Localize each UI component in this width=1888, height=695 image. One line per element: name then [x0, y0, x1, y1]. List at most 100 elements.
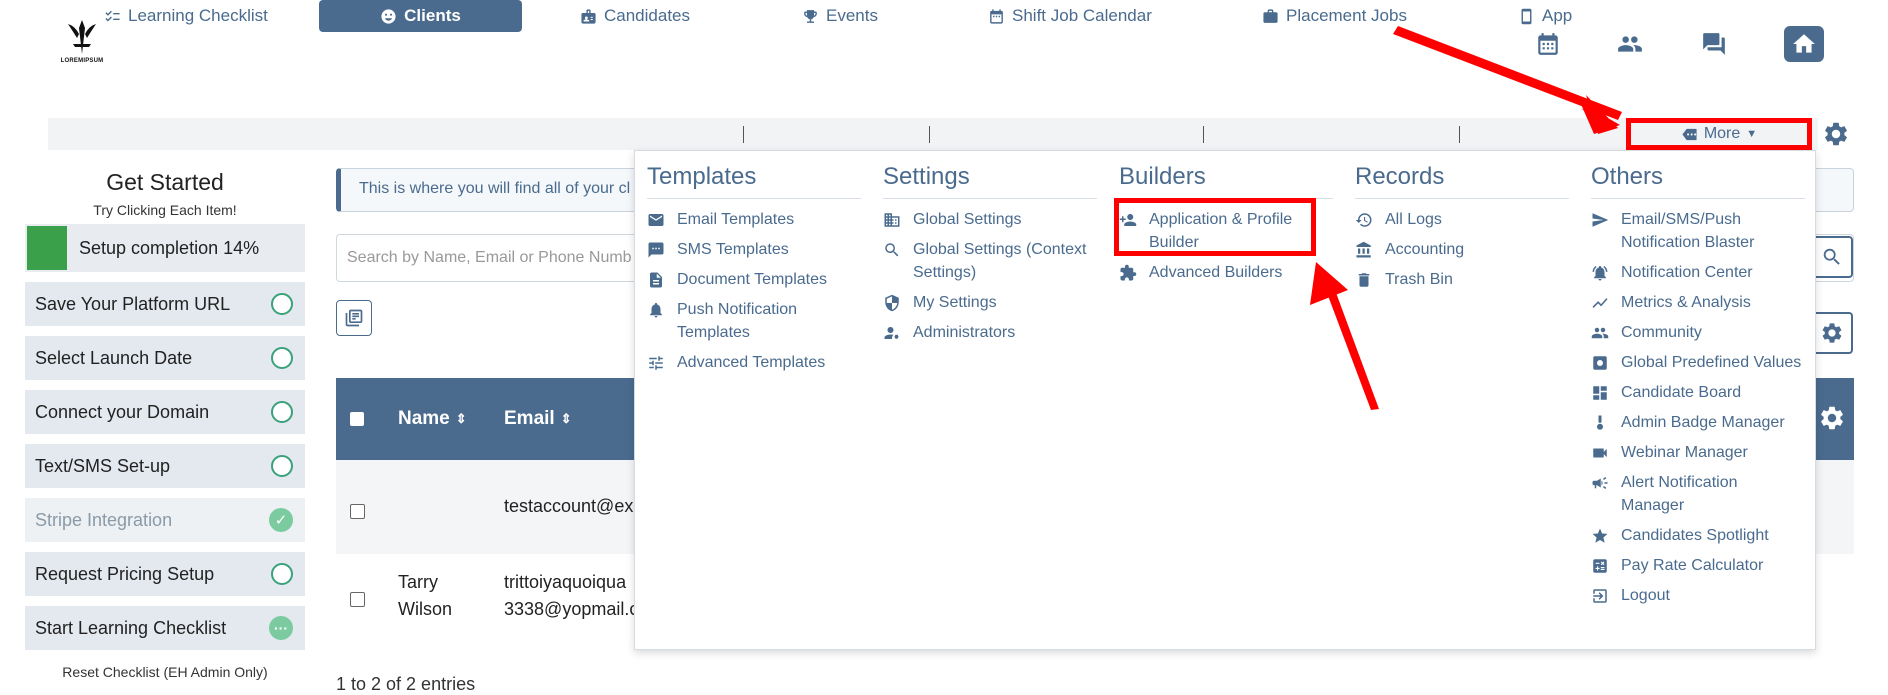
menu-item-all-logs[interactable]: All Logs [1355, 208, 1569, 231]
smile-icon [381, 8, 396, 24]
menu-item-candidate-board[interactable]: Candidate Board [1591, 381, 1805, 404]
progress-label: Setup completion 14% [79, 237, 260, 258]
logout-icon [1593, 589, 1607, 603]
sort-icon: ⇕ [560, 411, 572, 426]
setup-progress: Setup completion 14% [25, 224, 305, 272]
tab-placement-jobs[interactable]: Placement Jobs [1262, 0, 1407, 32]
gear-icon[interactable] [1818, 404, 1846, 438]
send-icon [1592, 213, 1609, 227]
row-email: testaccount@ex [504, 496, 634, 516]
logo[interactable]: LOREMIPSUM [60, 18, 104, 68]
menu-item-trash-bin[interactable]: Trash Bin [1355, 268, 1569, 291]
sort-icon: ⇕ [455, 411, 467, 426]
checklist-item[interactable]: Save Your Platform URL [25, 282, 305, 326]
menu-item-admin-badge-manager[interactable]: Admin Badge Manager [1591, 411, 1805, 434]
menu-item-advanced-templates[interactable]: Advanced Templates [647, 351, 861, 374]
video-icon [1593, 448, 1607, 458]
menu-item-email-templates[interactable]: Email Templates [647, 208, 861, 231]
menu-item-global-settings-context[interactable]: Global Settings (Context Settings) [883, 238, 1097, 284]
checklist-item-label: Start Learning Checklist [35, 617, 227, 638]
records-section: Records All Logs Accounting Trash Bin [1355, 163, 1569, 298]
menu-item-global-predefined-values[interactable]: Global Predefined Values [1591, 351, 1805, 374]
tab-label: Candidates [604, 6, 691, 25]
checklist-item[interactable]: Request Pricing Setup [25, 552, 305, 596]
select-all-checkbox[interactable] [350, 412, 364, 426]
row-name-last: Wilson [398, 599, 453, 619]
circle-icon [271, 347, 293, 369]
chat-icon[interactable] [1696, 26, 1732, 62]
menu-item-candidates-spotlight[interactable]: Candidates Spotlight [1591, 524, 1805, 547]
menu-item-administrators[interactable]: Administrators [883, 321, 1097, 344]
menu-item-label: Admin Badge Manager [1621, 414, 1785, 431]
tab-clients[interactable]: Clients [319, 0, 522, 32]
menu-item-label: Accounting [1385, 241, 1465, 258]
menu-item-webinar-manager[interactable]: Webinar Manager [1591, 441, 1805, 464]
others-section: Others Email/SMS/Push Notification Blast… [1591, 163, 1805, 614]
checklist-item-label: Text/SMS Set-up [35, 455, 171, 476]
menu-item-advanced-builders[interactable]: Advanced Builders [1119, 261, 1333, 284]
getting-started-checklist: Get Started Try Clicking Each Item! Setu… [25, 166, 305, 680]
home-icon[interactable] [1784, 26, 1824, 62]
tab-learning-checklist[interactable]: Learning Checklist [104, 0, 268, 32]
tab-shift-job-calendar[interactable]: Shift Job Calendar [988, 0, 1152, 32]
checklist-item[interactable]: Text/SMS Set-up [25, 444, 305, 488]
section-heading: Others [1591, 163, 1805, 199]
menu-item-notification-center[interactable]: Notification Center [1591, 261, 1805, 284]
checklist-item[interactable]: Start Learning Checklist ··· [25, 606, 305, 650]
search-placeholder: Search by Name, Email or Phone Numb [347, 249, 632, 266]
menu-item-logout[interactable]: Logout [1591, 584, 1805, 607]
menu-item-pay-rate-calculator[interactable]: Pay Rate Calculator [1591, 554, 1805, 577]
menu-item-community[interactable]: Community [1591, 321, 1805, 344]
user-cog-icon [884, 327, 899, 339]
circle-icon [271, 293, 293, 315]
briefcase-icon [1263, 8, 1278, 23]
building-icon [884, 213, 900, 227]
menu-item-push-notification-templates[interactable]: Push Notification Templates [647, 298, 861, 344]
table-settings-button[interactable] [1811, 312, 1853, 354]
checklist-item[interactable]: Stripe Integration ✓ [25, 498, 305, 542]
envelope-icon [648, 214, 664, 226]
menu-item-label: Logout [1621, 587, 1670, 604]
menu-item-notification-blaster[interactable]: Email/SMS/Push Notification Blaster [1591, 208, 1805, 254]
tab-candidates[interactable]: Candidates [580, 0, 690, 32]
menu-item-label: Webinar Manager [1621, 444, 1748, 461]
menu-item-label: Community [1621, 324, 1702, 341]
nav-divider [743, 126, 744, 143]
menu-item-alert-notification-manager[interactable]: Alert Notification Manager [1591, 471, 1805, 517]
menu-item-metrics-analysis[interactable]: Metrics & Analysis [1591, 291, 1805, 314]
caret-down-icon: ▼ [1746, 128, 1758, 140]
nav-divider [929, 126, 930, 143]
row-checkbox[interactable] [350, 592, 365, 607]
badge-icon [1597, 415, 1603, 430]
menu-item-label: Global Settings [913, 211, 1022, 228]
gear-icon [1822, 323, 1842, 343]
menu-item-accounting[interactable]: Accounting [1355, 238, 1569, 261]
checklist-item-label: Connect your Domain [35, 401, 210, 422]
row-email-line1: trittoiyaquoiqua [504, 572, 627, 592]
more-menu-button[interactable]: More ▼ [1626, 118, 1812, 150]
checklist-item[interactable]: Select Launch Date [25, 336, 305, 380]
menu-item-global-settings[interactable]: Global Settings [883, 208, 1097, 231]
menu-item-label: My Settings [913, 294, 997, 311]
search-icon [1823, 248, 1840, 265]
tab-events[interactable]: Events [802, 0, 878, 32]
chart-line-icon [1592, 298, 1608, 308]
row-checkbox[interactable] [350, 504, 365, 519]
menu-item-sms-templates[interactable]: SMS Templates [647, 238, 861, 261]
column-header-email[interactable]: Email ⇕ [504, 408, 572, 430]
tab-app[interactable]: App [1518, 0, 1572, 32]
gear-icon[interactable] [1822, 120, 1850, 148]
people-icon[interactable] [1612, 26, 1648, 62]
search-button[interactable] [1811, 236, 1853, 278]
menu-item-label: Advanced Templates [677, 354, 826, 371]
section-heading: Settings [883, 163, 1097, 199]
checklist-item[interactable]: Connect your Domain [25, 390, 305, 434]
reset-checklist-link[interactable]: Reset Checklist (EH Admin Only) [25, 664, 305, 680]
menu-item-my-settings[interactable]: My Settings [883, 291, 1097, 314]
dashboard-icon [1593, 386, 1607, 400]
checklist-icon [105, 10, 120, 21]
menu-item-document-templates[interactable]: Document Templates [647, 268, 861, 291]
export-button[interactable] [336, 300, 372, 336]
search-gear-icon [885, 243, 899, 257]
column-header-name[interactable]: Name ⇕ [398, 408, 467, 430]
